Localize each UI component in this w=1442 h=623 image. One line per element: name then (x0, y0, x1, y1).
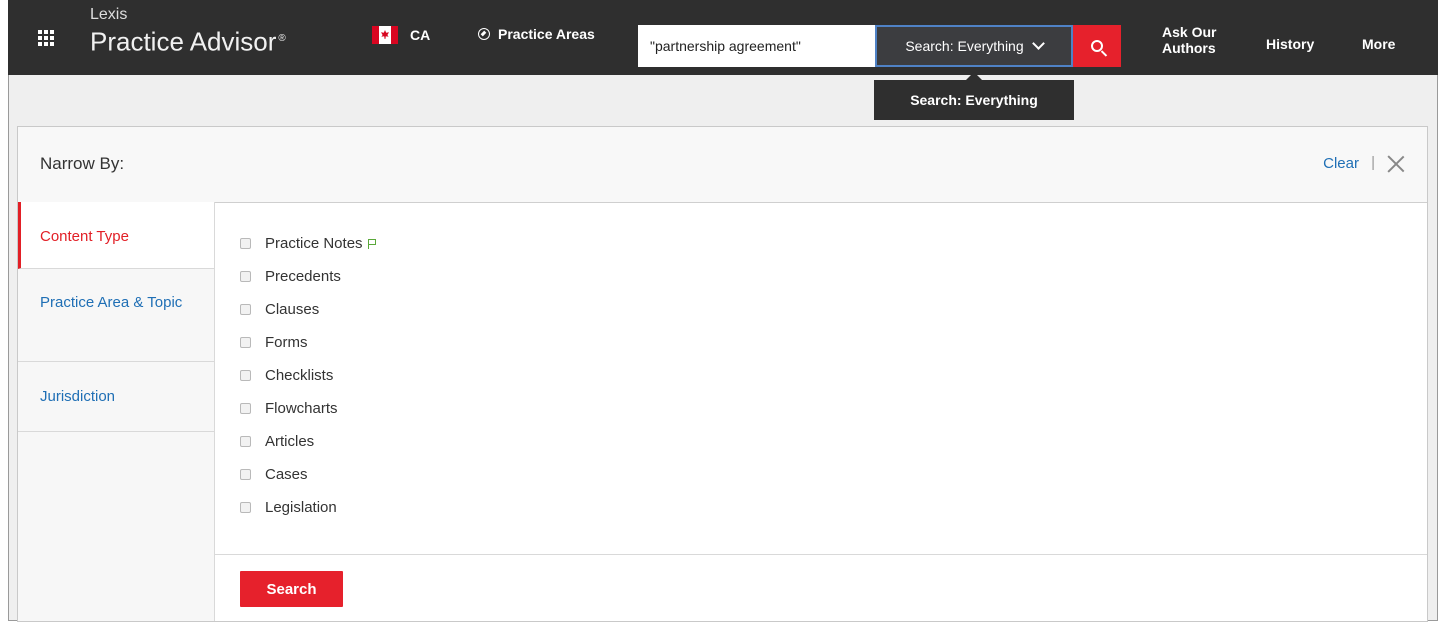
ask-our-authors-link[interactable]: Ask Our Authors (1162, 24, 1216, 56)
search-input[interactable]: "partnership agreement" (638, 25, 875, 67)
divider (215, 554, 1427, 555)
ask-line1: Ask Our (1162, 24, 1217, 40)
practice-areas-label: Practice Areas (498, 26, 595, 42)
checkbox[interactable] (240, 370, 251, 381)
option-label: Cases (265, 466, 308, 483)
panel-title: Narrow By: (40, 154, 125, 173)
country-selector[interactable]: CA (372, 26, 430, 44)
option-label: Clauses (265, 301, 320, 318)
option-cases[interactable]: Cases (240, 458, 377, 491)
option-label: Checklists (265, 367, 334, 384)
content-type-options: Practice Notes Precedents Clauses Forms … (240, 227, 377, 524)
narrow-by-panel: Narrow By: Clear | Content Type Practice… (17, 126, 1428, 622)
checkbox[interactable] (240, 304, 251, 315)
option-label: Legislation (265, 499, 337, 516)
clear-link[interactable]: Clear (1323, 155, 1359, 172)
option-legislation[interactable]: Legislation (240, 491, 377, 524)
brand-logo[interactable]: Lexis Practice Advisor ® (90, 6, 286, 57)
option-clauses[interactable]: Clauses (240, 293, 377, 326)
checkbox[interactable] (240, 337, 251, 348)
option-flowcharts[interactable]: Flowcharts (240, 392, 377, 425)
chevron-down-icon (1031, 37, 1045, 50)
filter-tabs: Content Type Practice Area & Topic Juris… (18, 202, 215, 621)
option-label: Flowcharts (265, 400, 338, 417)
search-scope-dropdown[interactable]: Search: Everything (875, 25, 1073, 67)
tab-practice-area-topic[interactable]: Practice Area & Topic (18, 269, 214, 362)
apps-grid-icon[interactable] (22, 0, 70, 75)
ask-line2: Authors (1162, 40, 1216, 56)
compass-icon (478, 28, 490, 40)
search-button[interactable]: Search (240, 571, 343, 607)
brand-mark: ® (278, 33, 286, 44)
search-submit-button[interactable] (1073, 25, 1121, 67)
checkbox[interactable] (240, 469, 251, 480)
option-label: Forms (265, 334, 308, 351)
option-label: Practice Notes (265, 235, 363, 252)
tab-content-type[interactable]: Content Type (18, 202, 214, 269)
canada-flag-icon (372, 26, 398, 44)
option-precedents[interactable]: Precedents (240, 260, 377, 293)
option-label: Precedents (265, 268, 341, 285)
option-forms[interactable]: Forms (240, 326, 377, 359)
country-label: CA (410, 27, 431, 43)
checkbox[interactable] (240, 271, 251, 282)
more-menu[interactable]: More (1362, 36, 1395, 52)
checkbox[interactable] (240, 436, 251, 447)
checkbox[interactable] (240, 502, 251, 513)
panel-header: Narrow By: Clear | (18, 127, 1427, 203)
search-query: "partnership agreement" (650, 38, 801, 54)
history-link[interactable]: History (1266, 36, 1314, 52)
brand-name: Practice Advisor (90, 26, 277, 57)
practice-areas-link[interactable]: Practice Areas (478, 26, 595, 42)
checkbox[interactable] (240, 238, 251, 249)
tab-jurisdiction[interactable]: Jurisdiction (18, 362, 214, 432)
brand-small: Lexis (90, 6, 128, 23)
header-separator: | (1371, 154, 1375, 171)
option-practice-notes[interactable]: Practice Notes (240, 227, 377, 260)
option-checklists[interactable]: Checklists (240, 359, 377, 392)
checkbox[interactable] (240, 403, 251, 414)
search-icon (1091, 40, 1103, 52)
flag-icon (367, 238, 377, 249)
search-scope-label: Search: Everything (905, 38, 1024, 54)
option-articles[interactable]: Articles (240, 425, 377, 458)
scope-tooltip: Search: Everything (874, 72, 1074, 120)
option-label: Articles (265, 433, 315, 450)
close-icon[interactable] (1387, 155, 1405, 173)
